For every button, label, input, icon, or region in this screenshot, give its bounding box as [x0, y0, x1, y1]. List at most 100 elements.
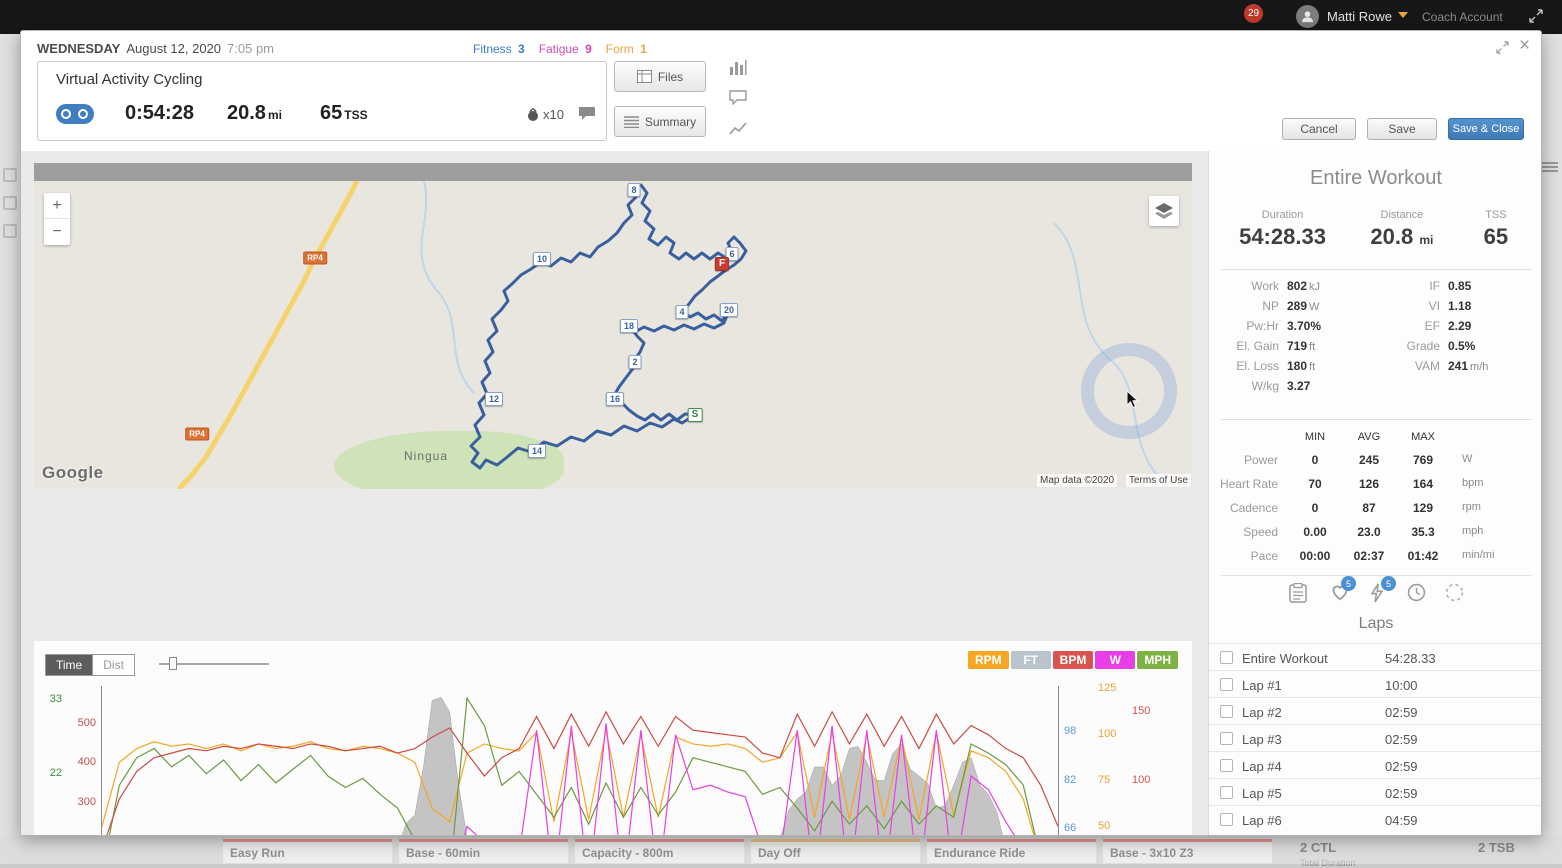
comment-icon[interactable] — [578, 106, 596, 126]
legend-rpm[interactable]: RPM — [968, 651, 1009, 669]
toggle-time[interactable]: Time — [45, 654, 93, 676]
speech-bubble-icon[interactable] — [729, 90, 749, 108]
route-polyline — [471, 185, 746, 468]
notification-badge[interactable]: 29 — [1244, 4, 1263, 23]
google-logo[interactable]: Google — [42, 463, 104, 483]
legend-w[interactable]: W — [1095, 651, 1135, 669]
clipboard-icon[interactable] — [1289, 583, 1307, 608]
chart-plot-area[interactable] — [101, 686, 1059, 836]
lap-row[interactable]: Lap #402:59 — [1209, 751, 1542, 778]
y-axis: 1251007550250 — [1098, 686, 1130, 836]
y-axis: 150100500 — [1132, 686, 1164, 836]
road-badge-1: RP4 — [185, 428, 209, 441]
start-marker: S — [688, 408, 703, 422]
legend-mph[interactable]: MPH — [1137, 651, 1178, 669]
workout-chart-panel: Time Dist RPMFTBPMWMPH 33221105004003002… — [34, 641, 1192, 836]
summary-button[interactable]: Summary — [614, 106, 706, 137]
summary-icon — [624, 116, 639, 128]
save-button[interactable]: Save — [1367, 118, 1437, 140]
count-badge: 5 — [1381, 576, 1396, 591]
workout-summary-card[interactable]: Virtual Activity Cycling 0:54:28 20.8mi … — [37, 61, 607, 141]
table-row: Heart Rate70126164bpm — [1209, 477, 1542, 501]
table-header-row: MINAVGMAX — [1209, 431, 1542, 453]
mile-marker-4: 4 — [675, 305, 688, 319]
slider-handle[interactable] — [169, 657, 177, 670]
coach-account-link[interactable]: Coach Account — [1422, 10, 1503, 24]
lap-checkbox[interactable] — [1220, 813, 1233, 826]
smoothing-slider — [159, 663, 269, 665]
mouse-cursor — [1127, 391, 1140, 414]
bar-chart-icon[interactable] — [729, 59, 749, 77]
expand-icon[interactable] — [1495, 40, 1510, 60]
line-chart-icon[interactable] — [729, 121, 749, 139]
mile-marker-8: 8 — [627, 183, 640, 197]
lap-row[interactable]: Entire Workout54:28.33 — [1209, 643, 1542, 670]
lap-checkbox[interactable] — [1220, 759, 1233, 772]
lap-checkbox[interactable] — [1220, 651, 1233, 664]
map-terms-link[interactable]: Terms of Use — [1126, 474, 1191, 487]
zoom-in-button[interactable]: + — [44, 193, 70, 219]
toggle-dist[interactable]: Dist — [93, 654, 135, 676]
stat-tss: TSS65 — [1458, 209, 1534, 250]
dashed-circle-icon[interactable] — [1445, 583, 1464, 607]
clock-icon[interactable] — [1407, 583, 1426, 607]
avatar[interactable] — [1296, 5, 1319, 28]
lap-tools-row: 55 — [1209, 583, 1542, 613]
lap-checkbox[interactable] — [1220, 678, 1233, 691]
mile-marker-18: 18 — [620, 319, 638, 333]
workout-tss: 65TSS — [320, 102, 368, 125]
heart-icon[interactable]: 5 — [1330, 583, 1350, 606]
metric-row: W/kg3.27 — [1209, 379, 1321, 399]
map-zoom-control: + − — [44, 193, 70, 245]
mile-marker-16: 16 — [606, 392, 624, 406]
mile-marker-20: 20 — [720, 303, 738, 317]
metric-row: Grade0.5% — [1372, 339, 1488, 359]
metric-form: Form 1 — [606, 42, 647, 56]
files-button[interactable]: Files — [614, 61, 706, 92]
laps-list: Entire Workout54:28.33Lap #110:00Lap #20… — [1209, 643, 1542, 832]
user-menu[interactable]: Matti Rowe — [1327, 9, 1392, 24]
lap-row[interactable]: Lap #604:59 — [1209, 805, 1542, 832]
lap-checkbox[interactable] — [1220, 786, 1233, 799]
metric-row: VI1.18 — [1372, 299, 1488, 319]
lap-row[interactable]: Lap #502:59 — [1209, 778, 1542, 805]
metric-row: VAM241m/h — [1372, 359, 1488, 379]
metric-fitness: Fitness 3 — [473, 42, 525, 56]
metric-row: IF0.85 — [1372, 279, 1488, 299]
fullscreen-icon[interactable] — [1528, 8, 1544, 29]
legend-bpm[interactable]: BPM — [1053, 651, 1094, 669]
modal-body: 2468101214161820RP4RP4SF Ningua + − Goog… — [21, 151, 1542, 836]
map-place-label: Ningua — [404, 449, 448, 463]
lap-row[interactable]: Lap #110:00 — [1209, 670, 1542, 697]
lap-checkbox[interactable] — [1220, 732, 1233, 745]
metric-row: El. Loss180ft — [1209, 359, 1321, 379]
cancel-button[interactable]: Cancel — [1282, 118, 1356, 140]
metric-row: Pw:Hr3.70% — [1209, 319, 1321, 339]
route-map[interactable]: 2468101214161820RP4RP4SF Ningua + − Goog… — [34, 163, 1192, 489]
metric-row: El. Gain719ft — [1209, 339, 1321, 359]
fitness-metrics: Fitness 3Fatigue 9Form 1 — [473, 42, 647, 56]
close-icon[interactable]: × — [1519, 35, 1530, 57]
headline-stats: Duration54:28.33Distance20.8 miTSS65 — [1219, 209, 1534, 250]
lap-time: 10:00 — [1385, 678, 1418, 693]
mile-marker-2: 2 — [628, 355, 641, 369]
metric-row: NP289W — [1209, 299, 1321, 319]
lap-checkbox[interactable] — [1220, 705, 1233, 718]
stat-duration: Duration54:28.33 — [1219, 209, 1346, 250]
lap-row[interactable]: Lap #202:59 — [1209, 697, 1542, 724]
workout-duration: 0:54:28 — [125, 102, 194, 125]
lightning-icon[interactable]: 5 — [1370, 583, 1384, 608]
map-layers-button[interactable] — [1149, 196, 1179, 226]
lap-row[interactable]: Lap #302:59 — [1209, 724, 1542, 751]
metric-row: EF2.29 — [1372, 319, 1488, 339]
save-and-close-button[interactable]: Save & Close — [1448, 118, 1524, 140]
legend-ft[interactable]: FT — [1011, 651, 1051, 669]
lap-name: Entire Workout — [1242, 651, 1328, 666]
lap-time: 04:59 — [1385, 813, 1418, 828]
series-elevation — [102, 697, 1058, 836]
table-row: Cadence087129rpm — [1209, 501, 1542, 525]
modal-header: WEDNESDAYAugust 12, 20207:05 pm Fitness … — [21, 31, 1541, 151]
zoom-out-button[interactable]: − — [44, 219, 70, 245]
metric-row: Work802kJ — [1209, 279, 1321, 299]
files-icon — [637, 70, 652, 83]
